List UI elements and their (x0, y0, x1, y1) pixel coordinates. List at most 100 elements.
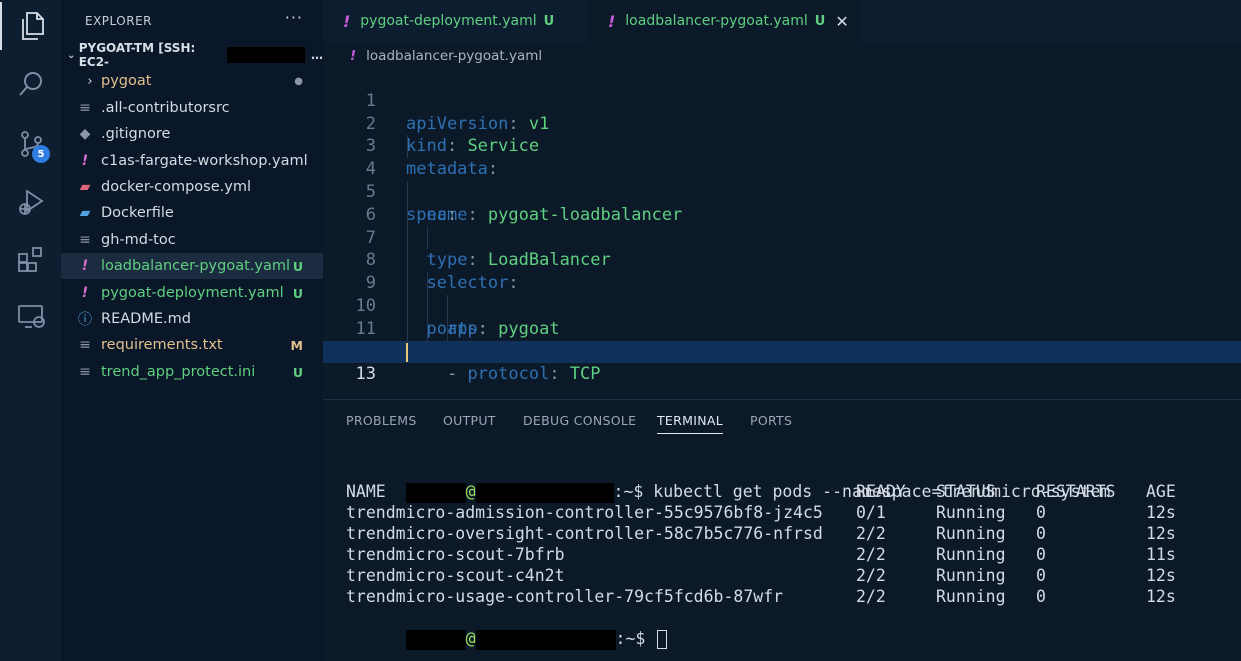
code-line: 10 - protocol: TCP (323, 272, 1241, 384)
code-line: 8 app: pygoat (323, 226, 1241, 339)
extensions-icon[interactable] (0, 236, 61, 284)
indent-guide (407, 135, 408, 159)
terminal-header-row: NAME READY STATUS RESTARTS AGE (346, 481, 1176, 502)
terminal-row: trendmicro-admission-controller-55c9576b… (346, 502, 1176, 523)
col-name-header: NAME (346, 482, 386, 501)
indent-guide (407, 203, 408, 227)
tree-item-file[interactable]: ≡ requirements.txt M (61, 332, 323, 358)
tab-pygoat-deployment[interactable]: ! pygoat-deployment.yaml U (323, 0, 588, 42)
workspace-root-label: PYGOAT-TM [SSH: EC2- (78, 41, 196, 69)
tree-item-file[interactable]: ⓘ README.md (61, 306, 323, 332)
explorer-title: EXPLORER (85, 14, 152, 28)
indent-guide (427, 272, 428, 295)
pod-ready: 2/2 (856, 545, 886, 564)
file-name: gh-md-toc (101, 232, 176, 248)
tree-item-file[interactable]: ! pygoat-deployment.yaml U (61, 280, 323, 306)
tree-item-file[interactable]: ▰ docker-compose.yml (61, 174, 323, 200)
indent-guide (407, 226, 408, 250)
tab-status: U (814, 13, 826, 29)
breadcrumb-file[interactable]: loadbalancer-pygoat.yaml (366, 48, 542, 64)
pod-name: trendmicro-oversight-controller-58c7b5c7… (346, 524, 823, 543)
more-actions-icon[interactable]: ··· (285, 8, 303, 27)
tree-item-file[interactable]: ▰ Dockerfile (61, 200, 323, 226)
text-cursor (406, 342, 408, 362)
run-debug-icon[interactable] (0, 178, 61, 226)
source-control-icon[interactable] (0, 120, 61, 168)
terminal-row: trendmicro-scout-c4n2t 2/2 Running 0 12s (346, 565, 1176, 586)
indent-guide (427, 294, 428, 318)
activity-bar: 5 (0, 0, 61, 661)
yaml-value: TCP (569, 364, 601, 385)
tree-item-file[interactable]: ◆ .gitignore (61, 121, 323, 147)
workspace-root[interactable]: ⌄ PYGOAT-TM [SSH: EC2- … (61, 41, 323, 69)
pod-name: trendmicro-usage-controller-79cf5fcd6b-8… (346, 587, 784, 606)
pod-age: 12s (1146, 524, 1176, 543)
code-line: 5 spec: (323, 158, 1241, 225)
pod-status: Running (936, 545, 1006, 564)
tree-item-file-selected[interactable]: ! loadbalancer-pygoat.yaml U (61, 253, 323, 279)
terminal[interactable]: @:~$ kubectl get pods --namespace=trendm… (346, 460, 1176, 650)
tab-ports[interactable]: PORTS (750, 413, 792, 428)
git-diamond-icon: ◆ (79, 126, 91, 142)
modified-dot: ● (294, 75, 303, 87)
pod-ready: 0/1 (856, 503, 886, 522)
git-status: M (290, 337, 303, 353)
tab-debug-console[interactable]: DEBUG CONSOLE (523, 413, 636, 428)
indent-guide (407, 294, 408, 318)
code-editor[interactable]: 1 apiVersion: v1 2 kind: Service 3 metad… (323, 67, 1241, 453)
prompt-at: @ (465, 629, 476, 648)
tab-terminal[interactable]: TERMINAL (657, 413, 723, 434)
search-icon[interactable] (0, 60, 61, 108)
file-name: pygoat-deployment.yaml (101, 285, 284, 301)
col-restarts-header: RESTARTS (1036, 482, 1116, 501)
chevron-right-icon: › (87, 73, 93, 89)
terminal-row: trendmicro-oversight-controller-58c7b5c7… (346, 523, 1176, 544)
pod-age: 11s (1146, 545, 1176, 564)
tab-label: loadbalancer-pygoat.yaml (625, 13, 808, 29)
line-number: 13 (355, 364, 376, 385)
file-name: Dockerfile (101, 205, 174, 221)
pod-restarts: 0 (1036, 524, 1046, 543)
tab-output[interactable]: OUTPUT (443, 413, 496, 428)
pod-status: Running (936, 566, 1006, 585)
code-line: 9 ports: (323, 249, 1241, 339)
tree-item-folder[interactable]: › pygoat ● (61, 68, 323, 94)
tree-item-file[interactable]: ≡ trend_app_protect.ini U (61, 359, 323, 385)
explorer-icon[interactable] (0, 2, 61, 50)
tab-problems[interactable]: PROBLEMS (346, 413, 417, 428)
file-name: c1as-fargate-workshop.yaml (101, 153, 308, 169)
tree-item-file[interactable]: ≡ .all-contributorsrc (61, 95, 323, 121)
indent-guide (427, 226, 428, 250)
prompt-suffix: :~$ (615, 629, 656, 648)
file-name: docker-compose.yml (101, 179, 251, 195)
terminal-command-line: @:~$ kubectl get pods --namespace=trendm… (346, 460, 1110, 503)
indent-guide (407, 249, 408, 273)
pod-status: Running (936, 524, 1006, 543)
file-name: README.md (101, 311, 191, 327)
yaml-icon: ! (81, 285, 89, 301)
tree-item-file[interactable]: ≡ gh-md-toc (61, 227, 323, 253)
close-icon[interactable]: ✕ (835, 12, 848, 31)
file-lines-icon: ≡ (79, 100, 91, 116)
pod-ready: 2/2 (856, 524, 886, 543)
file-name: pygoat (101, 73, 152, 89)
tab-status: U (543, 13, 555, 29)
remote-explorer-icon[interactable] (0, 292, 61, 340)
tab-label: pygoat-deployment.yaml (360, 13, 537, 29)
redacted-user (405, 629, 466, 650)
yaml-icon: ! (608, 11, 616, 31)
code-line: 2 kind: Service (323, 90, 1241, 157)
tree-item-file[interactable]: ! c1as-fargate-workshop.yaml (61, 148, 323, 174)
tab-loadbalancer-pygoat[interactable]: ! loadbalancer-pygoat.yaml U ✕ (588, 0, 860, 42)
code-line: 12 targetPort: 8000 (323, 317, 1241, 453)
code-line: 1 apiVersion: v1 (323, 67, 1241, 134)
file-lines-icon: ≡ (79, 232, 91, 248)
code-line: 3 metadata: (323, 113, 1241, 179)
redacted-host (475, 629, 616, 650)
indent-guide (407, 180, 408, 204)
col-ready-header: READY (856, 482, 906, 501)
pod-age: 12s (1146, 503, 1176, 522)
source-control-badge: 5 (32, 145, 50, 163)
code-line: 4 name: pygoat-loadbalancer (323, 135, 1241, 225)
yaml-icon: ! (81, 258, 89, 274)
